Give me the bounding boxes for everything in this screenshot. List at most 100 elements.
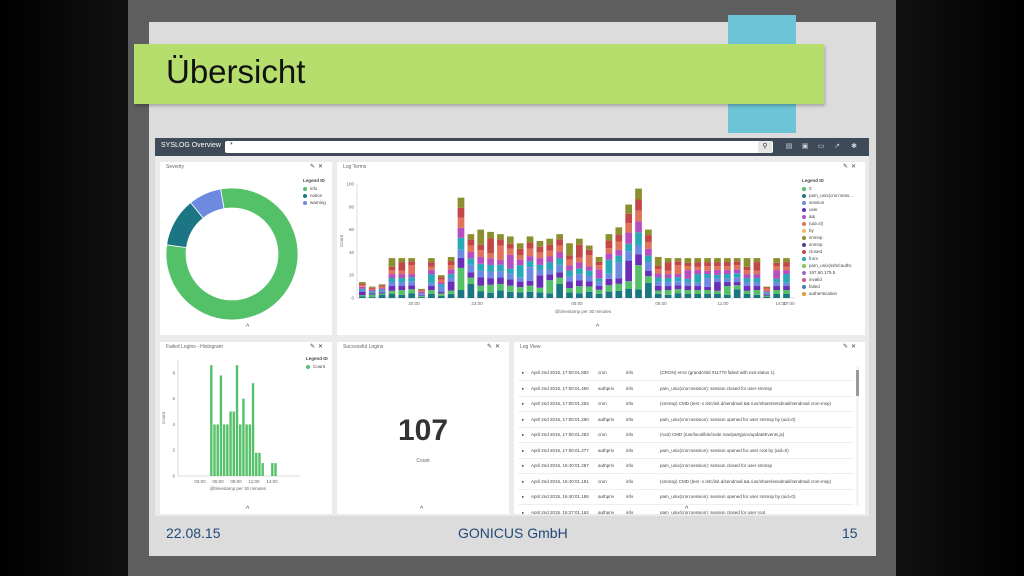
bar-segment[interactable] (378, 286, 386, 289)
bar-segment[interactable] (576, 274, 583, 281)
bar-segment[interactable] (576, 280, 583, 287)
histogram-bar[interactable] (226, 424, 229, 476)
bar-segment[interactable] (526, 236, 534, 243)
bar-segment[interactable] (388, 290, 396, 295)
histogram-bar[interactable] (242, 398, 245, 476)
bar-segment[interactable] (536, 241, 544, 247)
bar-segment[interactable] (437, 286, 445, 292)
bar-segment[interactable] (753, 274, 761, 279)
bar-segment[interactable] (763, 296, 771, 298)
bar-segment[interactable] (368, 294, 376, 298)
bar-segment[interactable] (576, 257, 583, 263)
bar-segment[interactable] (763, 294, 771, 296)
legend-item[interactable]: by (802, 227, 853, 234)
bar-segment[interactable] (743, 290, 751, 295)
bar-segment[interactable] (753, 286, 761, 291)
bar-segment[interactable] (763, 286, 771, 288)
bar-segment[interactable] (753, 278, 761, 283)
bar-segment[interactable] (605, 259, 613, 274)
histogram-bar[interactable] (235, 365, 239, 476)
bar-segment[interactable] (605, 285, 613, 292)
bar-segment[interactable] (398, 290, 406, 295)
bar-segment[interactable] (487, 238, 494, 254)
bar-segment[interactable] (437, 275, 445, 278)
bar-segment[interactable] (743, 282, 751, 287)
bar-segment[interactable] (605, 253, 613, 260)
bar-segment[interactable] (635, 188, 642, 200)
bar-segment[interactable] (477, 244, 485, 251)
bar-segment[interactable] (467, 277, 475, 284)
legend-item[interactable]: session (802, 199, 853, 206)
bar-segment[interactable] (536, 275, 544, 288)
bar-segment[interactable] (526, 256, 534, 262)
bar-segment[interactable] (408, 274, 416, 278)
bar-segment[interactable] (605, 248, 613, 254)
bar-segment[interactable] (684, 270, 692, 279)
bar-segment[interactable] (457, 217, 465, 228)
log-row[interactable]: ▸ April 2nd 2015, 17:00:01.460 authpriv inf… (518, 381, 854, 397)
bar-segment[interactable] (773, 290, 780, 295)
bar-segment[interactable] (457, 257, 465, 268)
bar-segment[interactable] (605, 291, 613, 298)
bar-segment[interactable] (388, 258, 396, 267)
bar-segment[interactable] (536, 252, 544, 259)
legend-item[interactable]: failed (802, 283, 853, 290)
bar-segment[interactable] (437, 277, 445, 280)
bar-segment[interactable] (605, 234, 613, 241)
expand-row-icon[interactable]: ▸ (522, 489, 524, 504)
bar-segment[interactable] (654, 281, 662, 286)
bar-segment[interactable] (743, 286, 751, 291)
bar-segment[interactable] (645, 255, 652, 263)
bar-segment[interactable] (615, 249, 623, 256)
bar-segment[interactable] (497, 259, 504, 265)
open-icon[interactable]: ▭ (816, 142, 826, 152)
bar-segment[interactable] (615, 227, 623, 235)
bar-segment[interactable] (773, 266, 780, 271)
bar-segment[interactable] (664, 290, 672, 295)
bar-segment[interactable] (664, 294, 672, 298)
bar-segment[interactable] (674, 293, 682, 298)
bar-segment[interactable] (733, 282, 741, 286)
bar-segment[interactable] (447, 256, 455, 262)
bar-segment[interactable] (526, 280, 534, 286)
bar-segment[interactable] (477, 277, 485, 286)
bar-segment[interactable] (418, 297, 425, 298)
bar-segment[interactable] (497, 239, 504, 246)
bar-segment[interactable] (704, 274, 711, 279)
bar-segment[interactable] (704, 266, 711, 271)
bar-segment[interactable] (674, 277, 682, 282)
bar-segment[interactable] (368, 297, 376, 298)
bar-segment[interactable] (654, 269, 662, 274)
bar-segment[interactable] (497, 234, 504, 240)
bar-segment[interactable] (467, 264, 475, 273)
bar-segment[interactable] (625, 232, 633, 244)
bar-segment[interactable] (556, 283, 563, 298)
bar-segment[interactable] (773, 282, 780, 287)
bar-segment[interactable] (595, 289, 603, 294)
bar-segment[interactable] (516, 277, 524, 282)
bar-segment[interactable] (714, 262, 721, 267)
bar-segment[interactable] (714, 266, 721, 271)
bar-segment[interactable] (605, 273, 613, 279)
bar-segment[interactable] (516, 292, 524, 298)
bar-segment[interactable] (447, 281, 455, 291)
histogram-bar[interactable] (255, 452, 258, 476)
bar-segment[interactable] (408, 281, 416, 286)
legend-item[interactable]: 0 (802, 185, 853, 192)
bar-segment[interactable] (595, 281, 603, 286)
histogram-bar[interactable] (210, 365, 213, 476)
bar-segment[interactable] (615, 262, 623, 279)
bar-segment[interactable] (388, 274, 396, 279)
log-view-scroll-thumb[interactable] (856, 370, 859, 396)
bar-segment[interactable] (408, 265, 416, 275)
bar-segment[interactable] (585, 249, 593, 255)
histogram-bar[interactable] (258, 452, 261, 476)
legend-item[interactable]: pam_unix(cron:sess... (802, 192, 853, 199)
bar-segment[interactable] (497, 290, 504, 298)
bar-segment[interactable] (753, 290, 761, 295)
bar-segment[interactable] (654, 293, 662, 298)
bar-segment[interactable] (753, 270, 761, 275)
bar-segment[interactable] (388, 270, 396, 275)
bar-segment[interactable] (684, 278, 692, 283)
bar-segment[interactable] (388, 294, 396, 298)
